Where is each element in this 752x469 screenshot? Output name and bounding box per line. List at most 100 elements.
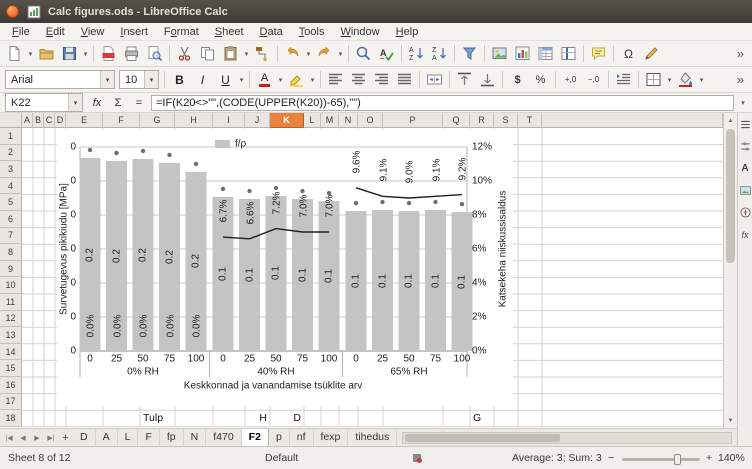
- clone-formatting-button[interactable]: [252, 43, 273, 65]
- menu-file[interactable]: File: [4, 25, 38, 39]
- insert-comment-button[interactable]: [588, 43, 609, 65]
- undo-button[interactable]: [282, 43, 303, 65]
- expand-formula-bar-button[interactable]: ▾: [737, 99, 749, 107]
- font-color-button[interactable]: A: [254, 69, 275, 91]
- underline-dropdown-arrow[interactable]: ▾: [237, 69, 246, 91]
- add-decimal-button[interactable]: +,0: [560, 69, 581, 91]
- new-document-dropdown-arrow[interactable]: ▾: [26, 43, 35, 65]
- delete-decimal-button[interactable]: −,0: [583, 69, 604, 91]
- horizontal-scrollbar[interactable]: [402, 432, 732, 444]
- paste-button[interactable]: [220, 43, 241, 65]
- find-replace-button[interactable]: [353, 43, 374, 65]
- formatting-toolbar-overflow-button[interactable]: »: [732, 72, 749, 87]
- bold-button[interactable]: B: [169, 69, 190, 91]
- vertical-scrollbar-thumb[interactable]: [726, 129, 735, 263]
- sheet-tab-fp[interactable]: fp: [160, 429, 184, 446]
- window-close-button[interactable]: [6, 5, 19, 18]
- page-style[interactable]: Default: [265, 452, 298, 464]
- undo-dropdown-arrow[interactable]: ▾: [304, 43, 313, 65]
- align-left-button[interactable]: [325, 69, 346, 91]
- align-right-button[interactable]: [371, 69, 392, 91]
- font-size-combo[interactable]: 10 ▾: [119, 70, 159, 89]
- add-sheet-button[interactable]: +: [58, 432, 73, 444]
- name-box-dropdown-arrow[interactable]: ▾: [68, 94, 82, 111]
- scroll-down-arrow[interactable]: ▼: [724, 414, 737, 427]
- menu-help[interactable]: Help: [388, 25, 427, 39]
- font-size-dropdown-arrow[interactable]: ▾: [144, 71, 158, 88]
- menu-format[interactable]: Format: [156, 25, 207, 39]
- properties-icon[interactable]: [739, 140, 752, 153]
- gallery-icon[interactable]: [739, 184, 752, 197]
- indent-increase-button[interactable]: [613, 69, 634, 91]
- highlight-color-button[interactable]: [286, 69, 307, 91]
- open-folder-button[interactable]: [36, 43, 57, 65]
- sidebar-settings-icon[interactable]: [739, 118, 752, 131]
- highlight-color-dropdown-arrow[interactable]: ▾: [308, 69, 317, 91]
- spreadsheet-grid[interactable]: ABCDEFGHIJKLMNOPQRST 1234567891011121314…: [0, 113, 723, 428]
- insert-chart-button[interactable]: [512, 43, 533, 65]
- sort-ascending-button[interactable]: AZ: [406, 43, 427, 65]
- font-name-combo[interactable]: Arial ▾: [5, 70, 115, 89]
- print-preview-button[interactable]: [144, 43, 165, 65]
- export-pdf-button[interactable]: [98, 43, 119, 65]
- freeze-panes-button[interactable]: [558, 43, 579, 65]
- borders-dropdown-arrow[interactable]: ▾: [665, 69, 674, 91]
- print-button[interactable]: [121, 43, 142, 65]
- italic-button[interactable]: I: [192, 69, 213, 91]
- menu-data[interactable]: Data: [252, 25, 291, 39]
- sheet-tab-A[interactable]: A: [96, 429, 118, 446]
- new-document-button[interactable]: [4, 43, 25, 65]
- paste-dropdown-arrow[interactable]: ▾: [242, 43, 251, 65]
- cell-J18[interactable]: H: [259, 410, 267, 426]
- menu-edit[interactable]: Edit: [38, 25, 73, 39]
- sheet-tab-nf[interactable]: nf: [290, 429, 314, 446]
- insert-image-button[interactable]: [489, 43, 510, 65]
- sheet-tab-F2[interactable]: F2: [242, 429, 269, 446]
- show-draw-functions-button[interactable]: [641, 43, 662, 65]
- sheet-tab-N[interactable]: N: [184, 429, 207, 446]
- vertical-scrollbar[interactable]: ▲ ▼: [723, 113, 737, 428]
- horizontal-scrollbar-thumb[interactable]: [405, 434, 560, 442]
- save-button[interactable]: [59, 43, 80, 65]
- cut-button[interactable]: [174, 43, 195, 65]
- pivot-table-button[interactable]: [535, 43, 556, 65]
- formula-input[interactable]: =IF(K20<>"",(CODE(UPPER(K20))-65),""): [151, 95, 734, 111]
- copy-button[interactable]: [197, 43, 218, 65]
- underline-button[interactable]: U: [215, 69, 236, 91]
- sheet-tab-f470[interactable]: f470: [206, 429, 241, 446]
- last-sheet-button[interactable]: ▶|: [44, 434, 58, 442]
- zoom-slider[interactable]: [622, 458, 700, 461]
- menu-insert[interactable]: Insert: [112, 25, 156, 39]
- previous-sheet-button[interactable]: ◀: [16, 434, 30, 442]
- first-sheet-button[interactable]: |◀: [2, 434, 16, 442]
- redo-dropdown-arrow[interactable]: ▾: [336, 43, 345, 65]
- save-dropdown-arrow[interactable]: ▾: [81, 43, 90, 65]
- name-box[interactable]: K22 ▾: [5, 93, 83, 112]
- sheet-tab-tihedus[interactable]: tihedus: [348, 429, 397, 446]
- menu-view[interactable]: View: [73, 25, 113, 39]
- align-top-button[interactable]: [454, 69, 475, 91]
- sheet-tab-D[interactable]: D: [73, 429, 96, 446]
- menu-window[interactable]: Window: [332, 25, 387, 39]
- cell-K18[interactable]: D: [293, 410, 301, 426]
- zoom-in-button[interactable]: +: [706, 452, 712, 464]
- standard-toolbar-overflow-button[interactable]: »: [732, 46, 749, 61]
- autofilter-button[interactable]: [459, 43, 480, 65]
- font-name-dropdown-arrow[interactable]: ▾: [100, 71, 114, 88]
- sum-button[interactable]: Σ: [109, 95, 127, 111]
- background-color-dropdown-arrow[interactable]: ▾: [697, 69, 706, 91]
- font-color-dropdown-arrow[interactable]: ▾: [276, 69, 285, 91]
- cell-R18[interactable]: G: [473, 410, 481, 426]
- embedded-chart[interactable]: f/ρ012%010%08%06%04%02%00%0.20.0%00.20.0…: [57, 129, 513, 406]
- cell-G18[interactable]: Tulp: [143, 410, 163, 426]
- zoom-slider-thumb[interactable]: [674, 454, 681, 465]
- sheet-tab-F[interactable]: F: [138, 429, 159, 446]
- sheet-tab-p[interactable]: p: [269, 429, 290, 446]
- navigator-icon[interactable]: [739, 206, 752, 219]
- formula-button[interactable]: =: [130, 95, 148, 111]
- zoom-out-button[interactable]: −: [608, 452, 614, 464]
- styles-icon[interactable]: A: [739, 162, 752, 175]
- align-center-button[interactable]: [348, 69, 369, 91]
- align-justify-button[interactable]: [394, 69, 415, 91]
- insert-symbol-button[interactable]: Ω: [618, 43, 639, 65]
